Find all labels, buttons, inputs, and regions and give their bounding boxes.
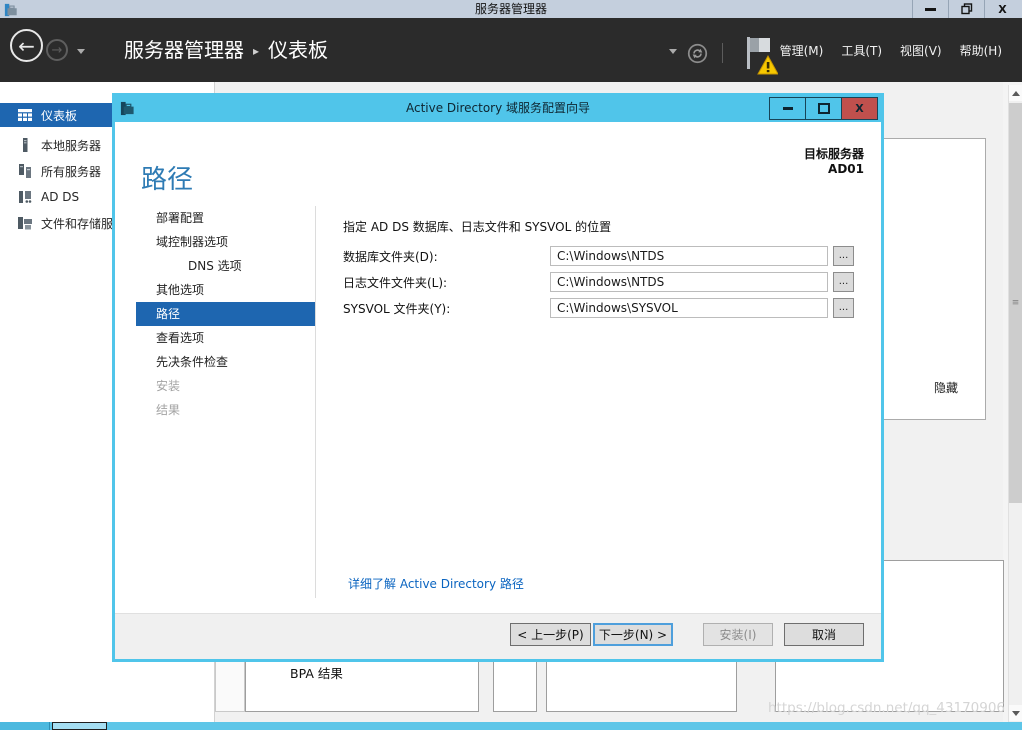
vertical-scrollbar[interactable]: ≡ xyxy=(1008,85,1022,722)
paths-form: 指定 AD DS 数据库、日志文件和 SYSVOL 的位置 数据库文件夹(D):… xyxy=(343,220,863,324)
sysvol-folder-browse-button[interactable]: ... xyxy=(833,298,854,318)
taskbar-app-button[interactable] xyxy=(52,722,107,730)
forward-arrow-icon: → xyxy=(52,43,63,58)
next-button[interactable]: 下一步(N) > xyxy=(593,623,673,646)
refresh-icon xyxy=(687,43,708,64)
step-deployment-config[interactable]: 部署配置 xyxy=(136,206,316,230)
target-server-name: AD01 xyxy=(804,162,864,177)
minimize-button[interactable] xyxy=(912,0,948,18)
sidebar-item-label: AD DS xyxy=(41,190,79,204)
sidebar-item-label: 本地服务器 xyxy=(41,137,101,154)
learn-more-link[interactable]: 详细了解 Active Directory 路径 xyxy=(348,575,524,592)
restore-button[interactable] xyxy=(948,0,984,18)
dashboard-grid-icon xyxy=(17,107,33,123)
server-manager-window: 服务器管理器 X ← → 服务器管理器▸仪表板 xyxy=(0,0,1022,730)
taskbar-strip xyxy=(0,722,1022,730)
target-server-label: 目标服务器 xyxy=(804,147,864,162)
sysvol-folder-input[interactable] xyxy=(550,298,828,318)
log-folder-browse-button[interactable]: ... xyxy=(833,272,854,292)
forward-button[interactable]: → xyxy=(46,39,68,61)
hide-welcome-link[interactable]: 隐藏 xyxy=(934,379,958,396)
step-additional-options[interactable]: 其他选项 xyxy=(136,278,316,302)
ad-ds-icon xyxy=(17,189,33,205)
wizard-footer: < 上一步(P) 下一步(N) > 安装(I) 取消 xyxy=(115,613,881,659)
step-installation: 安装 xyxy=(136,374,316,398)
navigation-bar: ← → 服务器管理器 ▸ 仪表板 xyxy=(0,18,1022,82)
page-title: 路径 xyxy=(141,159,193,196)
previous-button[interactable]: < 上一步(P) xyxy=(510,623,591,646)
install-button: 安装(I) xyxy=(703,623,773,646)
sidebar-item-label: 仪表板 xyxy=(41,107,77,124)
close-button[interactable]: X xyxy=(984,0,1020,18)
wizard-window-controls: X xyxy=(769,97,878,120)
menu-bar: 管理(M) 工具(T) 视图(V) 帮助(H) xyxy=(780,18,1002,82)
step-prerequisites-check[interactable]: 先决条件检查 xyxy=(136,350,316,374)
step-dns-options[interactable]: DNS 选项 xyxy=(136,254,316,278)
database-folder-label: 数据库文件夹(D): xyxy=(343,248,550,265)
log-folder-input[interactable] xyxy=(550,272,828,292)
minimize-icon xyxy=(783,107,793,110)
target-server-block: 目标服务器 AD01 xyxy=(804,147,864,177)
bpa-results-label[interactable]: BPA 结果 xyxy=(290,663,343,682)
sysvol-folder-label: SYSVOL 文件夹(Y): xyxy=(343,300,550,317)
menu-help[interactable]: 帮助(H) xyxy=(960,42,1002,59)
wizard-maximize-button[interactable] xyxy=(805,98,841,119)
scrollbar-grip-icon: ≡ xyxy=(1012,299,1020,308)
history-chevron-down-icon[interactable] xyxy=(77,49,85,54)
breadcrumb-current: 仪表板 xyxy=(268,38,328,62)
taskbar-start-segment[interactable] xyxy=(0,722,50,730)
menu-manage[interactable]: 管理(M) xyxy=(780,42,824,59)
wizard-minimize-button[interactable] xyxy=(770,98,805,119)
form-intro-text: 指定 AD DS 数据库、日志文件和 SYSVOL 的位置 xyxy=(343,220,863,235)
restore-icon xyxy=(961,3,973,15)
breadcrumb: 服务器管理器 ▸ 仪表板 xyxy=(124,18,328,82)
maximize-icon xyxy=(818,103,830,114)
toolbar-divider xyxy=(722,43,723,63)
menu-tools[interactable]: 工具(T) xyxy=(841,42,882,59)
sysvol-folder-row: SYSVOL 文件夹(Y): ... xyxy=(343,298,863,318)
wizard-body: 路径 目标服务器 AD01 部署配置 域控制器选项 DNS 选项 其他选项 路径… xyxy=(115,122,881,659)
close-icon: X xyxy=(998,4,1006,15)
notifications-flag-button[interactable] xyxy=(744,35,778,75)
wizard-titlebar: Active Directory 域服务配置向导 X xyxy=(115,96,881,122)
step-results: 结果 xyxy=(136,398,316,422)
step-review-options[interactable]: 查看选项 xyxy=(136,326,316,350)
database-folder-row: 数据库文件夹(D): ... xyxy=(343,246,863,266)
step-paths[interactable]: 路径 xyxy=(136,302,316,326)
notification-flag-warning-icon xyxy=(744,35,778,75)
scrollbar-down-button[interactable] xyxy=(1009,705,1022,721)
adds-config-wizard-dialog: Active Directory 域服务配置向导 X 路径 目标服务器 AD01… xyxy=(112,93,884,662)
file-storage-icon xyxy=(17,215,33,231)
all-servers-icon xyxy=(17,163,33,179)
wizard-steps-nav: 部署配置 域控制器选项 DNS 选项 其他选项 路径 查看选项 先决条件检查 安… xyxy=(136,206,316,422)
log-folder-label: 日志文件文件夹(L): xyxy=(343,274,550,291)
wizard-title: Active Directory 域服务配置向导 xyxy=(115,96,881,121)
menu-view[interactable]: 视图(V) xyxy=(900,42,942,59)
back-arrow-icon: ← xyxy=(18,34,35,58)
step-dc-options[interactable]: 域控制器选项 xyxy=(136,230,316,254)
scrollbar-thumb[interactable]: ≡ xyxy=(1009,103,1022,503)
window-title: 服务器管理器 xyxy=(0,0,1022,18)
steps-divider xyxy=(315,206,316,598)
back-button[interactable]: ← xyxy=(10,29,43,62)
log-folder-row: 日志文件文件夹(L): ... xyxy=(343,272,863,292)
close-icon: X xyxy=(855,103,863,114)
window-controls: X xyxy=(912,0,1020,18)
database-folder-browse-button[interactable]: ... xyxy=(833,246,854,266)
refresh-button[interactable] xyxy=(687,43,708,64)
breadcrumb-separator-icon: ▸ xyxy=(253,19,259,83)
chevron-up-icon xyxy=(1012,91,1020,96)
sidebar-item-label: 所有服务器 xyxy=(41,163,101,180)
window-titlebar: 服务器管理器 X xyxy=(0,0,1022,18)
database-folder-input[interactable] xyxy=(550,246,828,266)
scrollbar-up-button[interactable] xyxy=(1009,85,1022,101)
minimize-icon xyxy=(925,8,936,11)
cancel-button[interactable]: 取消 xyxy=(784,623,864,646)
wizard-close-button[interactable]: X xyxy=(841,98,877,119)
local-server-icon xyxy=(17,137,33,153)
breadcrumb-root[interactable]: 服务器管理器 xyxy=(124,38,244,62)
refresh-chevron-down-icon[interactable] xyxy=(669,49,677,54)
chevron-down-icon xyxy=(1012,711,1020,716)
